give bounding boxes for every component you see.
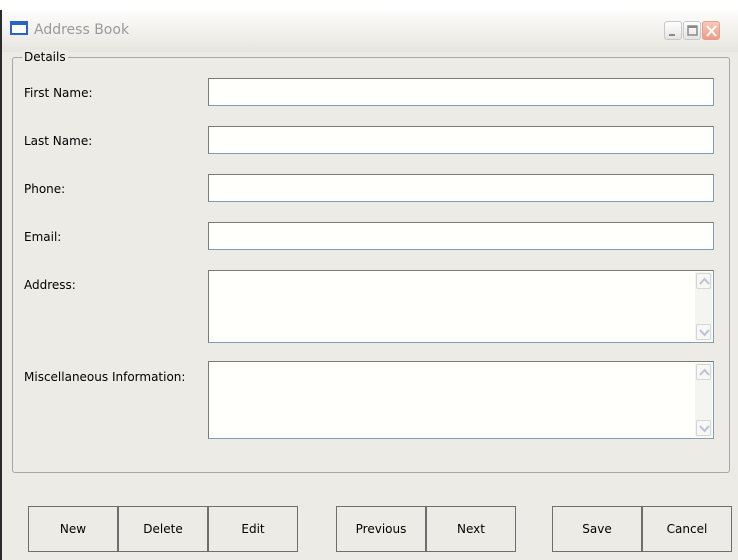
first-name-input[interactable] xyxy=(209,79,713,105)
close-icon[interactable] xyxy=(702,21,720,40)
address-scrollbar[interactable] xyxy=(695,272,712,341)
address-label: Address: xyxy=(24,278,76,292)
misc-info-scrollbar[interactable] xyxy=(695,363,712,437)
misc-info-label: Miscellaneous Information: xyxy=(24,370,186,384)
details-group-label: Details xyxy=(22,50,68,64)
phone-field[interactable] xyxy=(208,174,714,202)
address-field[interactable] xyxy=(208,270,714,343)
email-field[interactable] xyxy=(208,222,714,250)
minimize-icon[interactable] xyxy=(664,21,682,40)
last-name-label: Last Name: xyxy=(24,134,93,148)
scroll-down-icon[interactable] xyxy=(696,324,711,340)
address-textarea[interactable] xyxy=(209,271,713,342)
cancel-button[interactable]: Cancel xyxy=(642,506,732,552)
last-name-field[interactable] xyxy=(208,126,714,154)
title-bar[interactable]: Address Book xyxy=(2,10,738,52)
window-title: Address Book xyxy=(34,22,130,38)
first-name-label: First Name: xyxy=(24,86,93,100)
scroll-down-icon[interactable] xyxy=(696,420,711,436)
scroll-up-icon[interactable] xyxy=(696,273,711,289)
last-name-input[interactable] xyxy=(209,127,713,153)
previous-button[interactable]: Previous xyxy=(336,506,426,552)
delete-button[interactable]: Delete xyxy=(118,506,208,552)
edit-button[interactable]: Edit xyxy=(208,506,298,552)
first-name-field[interactable] xyxy=(208,78,714,106)
phone-input[interactable] xyxy=(209,175,713,201)
app-icon xyxy=(10,21,28,35)
next-button[interactable]: Next xyxy=(426,506,516,552)
scroll-up-icon[interactable] xyxy=(696,364,711,380)
misc-info-textarea[interactable] xyxy=(209,362,713,438)
save-button[interactable]: Save xyxy=(552,506,642,552)
new-button[interactable]: New xyxy=(28,506,118,552)
phone-label: Phone: xyxy=(24,182,66,196)
misc-info-field[interactable] xyxy=(208,361,714,439)
maximize-icon[interactable] xyxy=(683,21,701,40)
email-label: Email: xyxy=(24,230,62,244)
email-input[interactable] xyxy=(209,223,713,249)
